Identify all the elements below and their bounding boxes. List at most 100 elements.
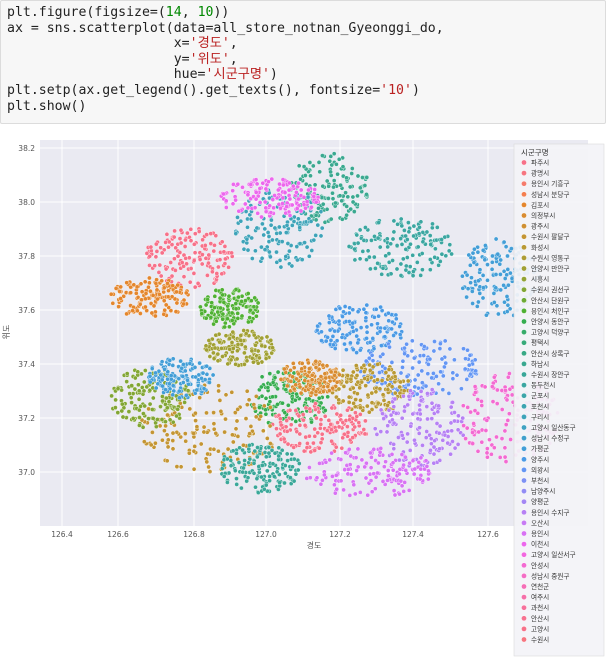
scatter-point (142, 279, 148, 285)
scatter-point (369, 322, 374, 328)
scatter-point (265, 230, 271, 235)
legend-label: 수원시 권선구 (531, 285, 570, 294)
scatter-point (129, 383, 134, 388)
scatter-point (375, 362, 380, 367)
scatter-point (113, 397, 118, 403)
scatter-point (415, 244, 421, 250)
scatter-point (262, 247, 268, 252)
scatter-point (363, 315, 369, 321)
code-line: y='위도', (7, 52, 599, 68)
scatter-point (174, 429, 180, 435)
scatter-point (314, 475, 320, 481)
scatter-point (386, 367, 392, 372)
scatter-point (130, 308, 135, 313)
scatter-point (239, 485, 244, 491)
scatter-point (305, 373, 310, 379)
scatter-point (437, 346, 443, 351)
scatter-point (228, 357, 234, 363)
scatter-point (353, 397, 358, 402)
scatter-point (375, 260, 380, 266)
scatter-point (283, 424, 289, 430)
scatter-point (299, 361, 305, 366)
scatter-point (193, 374, 198, 380)
scatter-point (326, 184, 332, 189)
scatter-point (234, 476, 239, 481)
scatter-point (315, 430, 321, 436)
scatter-point (275, 386, 280, 392)
scatter-point (452, 410, 457, 415)
scatter-point (296, 180, 301, 186)
scatter-point (425, 416, 430, 422)
legend-marker (521, 530, 527, 537)
scatter-point (201, 386, 207, 392)
scatter-point (297, 422, 303, 428)
scatter-point (293, 471, 299, 477)
scatter-point (403, 247, 409, 252)
scatter-point (138, 281, 144, 287)
scatter-point (376, 313, 381, 319)
scatter-point (339, 198, 345, 204)
scatter-point (211, 421, 217, 427)
scatter-point (236, 208, 242, 214)
legend-marker (521, 265, 527, 272)
legend-label: 고양시 덕양구 (531, 328, 570, 337)
scatter-point (171, 234, 177, 240)
scatter-point (455, 427, 461, 433)
scatter-point (185, 377, 190, 383)
scatter-point (260, 463, 265, 468)
scatter-point (223, 392, 229, 398)
scatter-point (495, 387, 500, 393)
scatter-point (181, 297, 187, 303)
legend-title: 시군구명 (521, 147, 549, 157)
scatter-point (339, 334, 345, 340)
scatter-point (197, 360, 202, 366)
scatter-point (143, 291, 149, 296)
scatter-point (355, 240, 361, 246)
scatter-point (424, 229, 430, 235)
scatter-point (476, 278, 481, 284)
scatter-point (243, 298, 248, 303)
scatter-point (407, 264, 413, 269)
scatter-point (401, 462, 406, 468)
scatter-point (373, 389, 379, 395)
scatter-point (431, 451, 437, 457)
scatter-point (154, 277, 159, 282)
scatter-point (217, 339, 222, 345)
scatter-point (191, 242, 197, 247)
scatter-point (416, 359, 422, 365)
scatter-point (390, 319, 395, 325)
y-tick-label: 37.0 (18, 468, 35, 477)
code-cell[interactable]: plt.figure(figsize=(14, 10)) ax = sns.sca… (0, 0, 606, 124)
scatter-point (417, 476, 423, 482)
scatter-point (251, 359, 256, 365)
scatter-point (124, 280, 129, 285)
legend-marker (521, 488, 527, 494)
code-token: 14 (165, 5, 182, 20)
scatter-point (357, 227, 363, 233)
scatter-point (246, 446, 252, 452)
scatter-point (410, 411, 416, 417)
scatter-point (234, 482, 239, 487)
scatter-point (473, 368, 479, 374)
scatter-point (479, 403, 485, 408)
legend-marker (521, 329, 527, 335)
scatter-point (346, 394, 352, 400)
scatter-point (285, 402, 291, 408)
scatter-point (459, 386, 464, 392)
scatter-point (328, 216, 334, 222)
scatter-point (163, 302, 169, 308)
scatter-point (166, 288, 171, 293)
scatter-point (382, 366, 388, 371)
scatter-point (341, 309, 346, 315)
scatter-point (363, 383, 369, 389)
code-editor[interactable]: plt.figure(figsize=(14, 10)) ax = sns.sca… (7, 5, 599, 114)
scatter-point (260, 180, 266, 186)
legend-label: 용인시 (531, 529, 549, 538)
scatter-point (368, 450, 373, 456)
scatter-point (405, 402, 411, 408)
scatter-point (174, 300, 180, 306)
scatter-point (309, 204, 314, 210)
scatter-point (306, 360, 311, 366)
legend-marker (521, 191, 527, 198)
scatter-point (363, 475, 369, 481)
